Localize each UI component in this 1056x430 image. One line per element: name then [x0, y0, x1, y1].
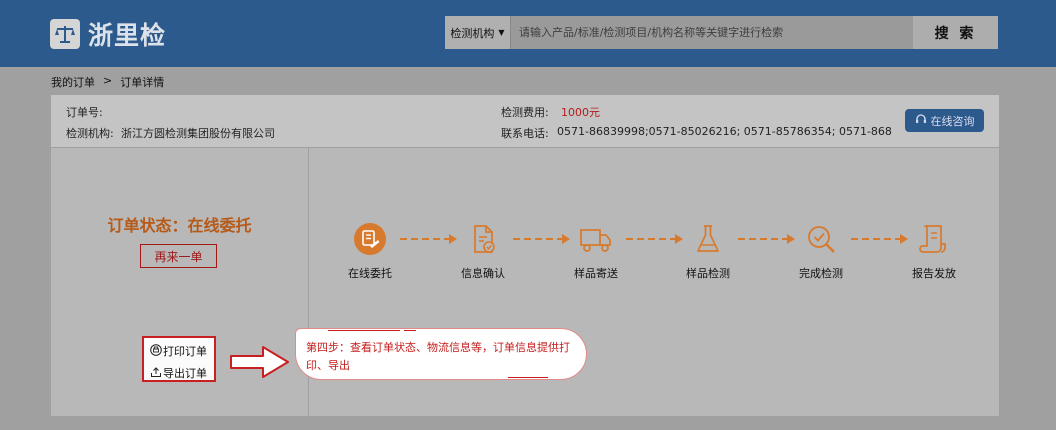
progress-step: 完成检测	[786, 222, 856, 281]
logo-text: 浙里检	[88, 21, 167, 50]
magnifier-check-icon	[804, 222, 838, 256]
callout-text: 第四步：查看订单状态、物流信息等，订单信息提供打印、导出	[306, 341, 570, 372]
breadcrumb: 我的订单 > 订单详情	[51, 74, 164, 90]
export-icon	[150, 366, 162, 381]
search-category-select[interactable]: 检测机构 ▼	[445, 16, 511, 49]
fee-label: 检测费用:	[501, 106, 549, 119]
progress-step-label: 信息确认	[461, 267, 505, 280]
progress-step-label: 在线委托	[348, 267, 392, 280]
progress-step: 信息确认	[448, 222, 518, 281]
document-check-icon	[466, 222, 500, 256]
reorder-button[interactable]: 再来一单	[140, 244, 217, 268]
agency-value: 浙江方圆检测集团股份有限公司	[121, 127, 275, 140]
callout-decor-line	[508, 377, 548, 378]
order-number-label: 订单号:	[66, 106, 103, 119]
flask-icon	[691, 222, 725, 256]
print-export-box: 打印订单 导出订单	[142, 336, 216, 382]
print-order-button[interactable]: 打印订单	[150, 343, 207, 359]
progress-step-label: 完成检测	[799, 267, 843, 280]
search-button[interactable]: 搜 索	[913, 16, 998, 49]
progress-step: 样品寄送	[561, 222, 631, 281]
callout-decor-line	[328, 330, 400, 331]
fee-value: 1000元	[561, 106, 600, 119]
progress-step: 样品检测	[673, 222, 743, 281]
top-header: 浙里检 检测机构 ▼ 搜 索	[0, 0, 1056, 67]
search-category-label: 检测机构	[450, 26, 495, 40]
export-order-button[interactable]: 导出订单	[150, 365, 207, 381]
progress-step-label: 样品寄送	[574, 267, 618, 280]
entrust-icon	[353, 222, 387, 256]
online-consult-label: 在线咨询	[930, 114, 975, 128]
progress-step-label: 报告发放	[912, 267, 956, 280]
dropdown-arrow-icon: ▼	[498, 28, 505, 37]
online-consult-button[interactable]: 在线咨询	[905, 109, 984, 132]
scales-icon	[50, 19, 80, 49]
annotation-arrow-icon	[230, 346, 289, 378]
headset-icon	[915, 113, 927, 128]
phone-label: 联系电话:	[501, 127, 549, 140]
order-info-bar: 订单号: 检测机构: 浙江方圆检测集团股份有限公司 检测费用: 1000元 联系…	[51, 95, 999, 147]
printer-icon	[150, 343, 162, 359]
breadcrumb-my-orders[interactable]: 我的订单	[51, 74, 95, 90]
progress-step: 报告发放	[899, 222, 969, 281]
phone-value: 0571-86839998;0571-85026216; 0571-857863…	[557, 125, 892, 138]
progress-step-label: 样品检测	[686, 267, 730, 280]
breadcrumb-separator: >	[103, 74, 113, 87]
callout-decor-line	[404, 330, 416, 331]
truck-icon	[579, 222, 613, 256]
search-box: 检测机构 ▼	[445, 16, 913, 49]
agency-label: 检测机构:	[66, 127, 114, 140]
site-logo[interactable]: 浙里检	[50, 16, 166, 52]
step-callout: 第四步：查看订单状态、物流信息等，订单信息提供打印、导出	[295, 328, 587, 380]
progress-step: 在线委托	[335, 222, 405, 281]
export-order-label: 导出订单	[163, 367, 207, 380]
scroll-report-icon	[917, 222, 951, 256]
search-input[interactable]	[511, 16, 913, 49]
breadcrumb-current: 订单详情	[120, 76, 165, 89]
order-status-text: 订单状态：在线委托	[107, 216, 252, 235]
print-order-label: 打印订单	[163, 345, 207, 358]
